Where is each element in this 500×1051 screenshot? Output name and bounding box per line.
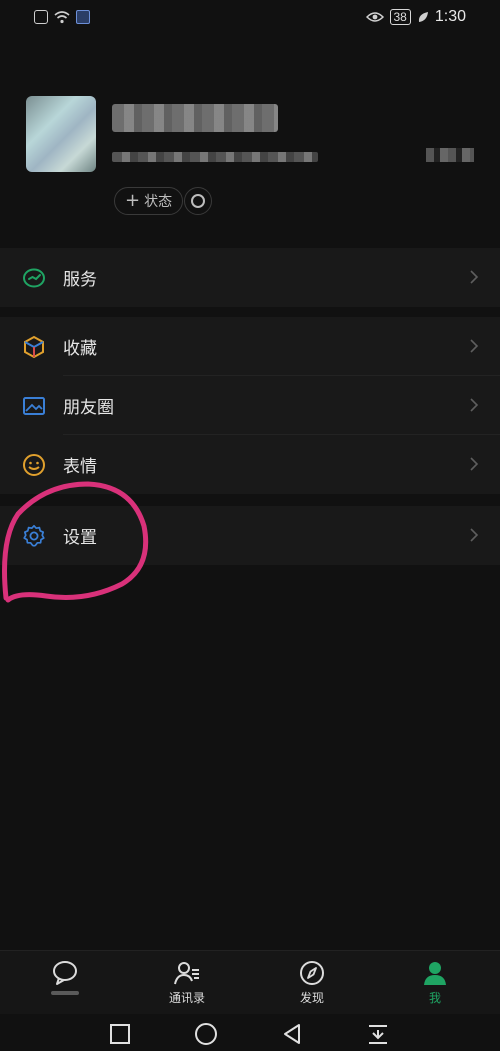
status-button-label: 状态 [144, 194, 173, 210]
home-icon[interactable] [194, 1022, 218, 1046]
wechat-me-screen: 38 1:30 + 状态 服务 收藏 朋友圈 表情 设置 通讯录 发现 我 [0, 0, 500, 1051]
menu-item-settings[interactable]: 设置 [0, 506, 500, 565]
tab-label: 我 [428, 991, 441, 1005]
chevron-right-icon [470, 457, 479, 471]
menu-item-service[interactable]: 服务 [0, 248, 500, 307]
notification-pulldown-icon[interactable] [366, 1022, 390, 1046]
chats-unread-indicator [51, 991, 79, 995]
moments-icon [23, 397, 45, 415]
ring-icon [191, 194, 205, 208]
settings-icon [23, 524, 45, 547]
menu-group-settings: 设置 [0, 506, 500, 565]
menu-item-label: 收藏 [63, 339, 97, 359]
recent-apps-icon[interactable] [108, 1022, 132, 1046]
status-left-icons [34, 10, 90, 24]
system-nav-bar [0, 1014, 500, 1051]
clock: 1:30 [434, 8, 466, 25]
back-icon[interactable] [280, 1022, 304, 1046]
menu-item-label: 表情 [63, 457, 97, 477]
ring-button[interactable] [184, 187, 212, 215]
profile-header[interactable]: + 状态 [0, 60, 500, 246]
status-button[interactable]: + 状态 [114, 187, 184, 215]
me-icon [424, 962, 446, 985]
avatar[interactable] [26, 96, 96, 172]
plus-icon: + [125, 190, 141, 211]
menu-group-collections: 收藏 朋友圈 表情 [0, 317, 500, 494]
chevron-right-icon [470, 398, 479, 412]
status-bar: 38 1:30 [0, 0, 500, 38]
status-right: 38 1:30 [365, 8, 466, 26]
tab-chats[interactable] [25, 959, 105, 997]
tab-label: 通讯录 [168, 991, 205, 1005]
alert-icon [34, 10, 48, 24]
chevron-right-icon [470, 339, 479, 353]
wechat-id-redacted [112, 152, 318, 162]
wifi-icon [54, 11, 70, 24]
chevron-right-icon [470, 270, 479, 284]
tab-discover[interactable]: 发现 [272, 959, 352, 1006]
contacts-icon [174, 962, 199, 985]
favorites-icon [24, 335, 44, 359]
chevron-right-icon [470, 528, 479, 542]
service-icon [23, 268, 45, 288]
menu-item-label: 朋友圈 [63, 398, 114, 418]
menu-item-label: 设置 [63, 528, 97, 548]
sticker-icon [23, 454, 45, 476]
nickname-redacted [112, 104, 278, 132]
leaf-icon [418, 12, 428, 22]
tab-bar: 通讯录 发现 我 [0, 950, 500, 1015]
discover-icon [300, 961, 324, 985]
menu-group-service: 服务 [0, 248, 500, 307]
battery-level: 38 [389, 9, 411, 25]
tab-contacts[interactable]: 通讯录 [147, 959, 227, 1006]
tab-label: 发现 [299, 991, 324, 1005]
tab-me[interactable]: 我 [395, 959, 475, 1006]
chat-icon [53, 961, 77, 985]
menu-item-moments[interactable]: 朋友圈 [0, 376, 500, 435]
eye-icon [365, 12, 384, 22]
menu-item-stickers[interactable]: 表情 [0, 435, 500, 494]
menu-item-favorites[interactable]: 收藏 [0, 317, 500, 376]
qr-code-redacted[interactable] [426, 148, 474, 162]
media-icon [76, 10, 90, 24]
menu-item-label: 服务 [63, 270, 97, 290]
